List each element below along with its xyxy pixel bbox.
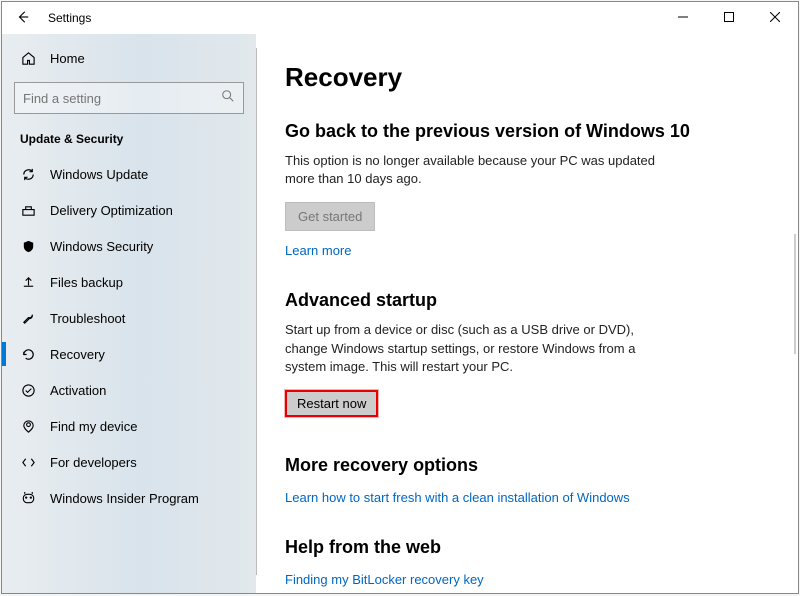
goback-body: This option is no longer available becau… [285,152,665,188]
advanced-heading: Advanced startup [285,290,766,311]
sidebar-item-recovery[interactable]: Recovery [14,336,244,372]
backup-icon [20,275,36,290]
sidebar-item-troubleshoot[interactable]: Troubleshoot [14,300,244,336]
sidebar-item-windows-update[interactable]: Windows Update [14,156,244,192]
more-heading: More recovery options [285,455,766,476]
check-circle-icon [20,383,36,398]
insider-icon [20,491,36,506]
search-field[interactable] [23,91,221,106]
learn-more-link[interactable]: Learn more [285,243,351,258]
recovery-icon [20,347,36,362]
sidebar-item-activation[interactable]: Activation [14,372,244,408]
back-button[interactable] [16,10,30,27]
section-advanced-startup: Advanced startup Start up from a device … [285,290,766,425]
get-started-button: Get started [285,202,375,231]
sidebar-category: Update & Security [14,128,244,156]
scrollbar[interactable] [794,234,796,354]
sidebar-item-for-developers[interactable]: For developers [14,444,244,480]
settings-window: Settings Home U [1,1,799,594]
advanced-body: Start up from a device or disc (such as … [285,321,665,376]
minimize-button[interactable] [660,2,706,32]
maximize-button[interactable] [706,2,752,32]
sidebar-item-windows-insider[interactable]: Windows Insider Program [14,480,244,516]
restart-now-button[interactable]: Restart now [285,390,378,417]
shield-icon [20,239,36,254]
sidebar-item-label: Find my device [50,419,137,434]
search-input[interactable] [14,82,244,114]
sync-icon [20,167,36,182]
code-icon [20,455,36,470]
bitlocker-link[interactable]: Finding my BitLocker recovery key [285,572,484,587]
sidebar-item-label: Recovery [50,347,105,362]
sidebar-item-label: Windows Insider Program [50,491,199,506]
sidebar-home[interactable]: Home [14,40,244,76]
sidebar-item-label: Windows Update [50,167,148,182]
app-title: Settings [48,11,91,25]
section-go-back: Go back to the previous version of Windo… [285,121,766,260]
sidebar: Home Update & Security Windows Update De… [2,34,256,593]
sidebar-home-label: Home [50,51,85,66]
sidebar-item-label: For developers [50,455,137,470]
content-pane: Recovery Go back to the previous version… [257,34,798,593]
sidebar-item-delivery-optimization[interactable]: Delivery Optimization [14,192,244,228]
start-fresh-link[interactable]: Learn how to start fresh with a clean in… [285,490,630,505]
sidebar-item-windows-security[interactable]: Windows Security [14,228,244,264]
section-more-recovery: More recovery options Learn how to start… [285,455,766,507]
window-controls [660,2,798,32]
sidebar-item-find-my-device[interactable]: Find my device [14,408,244,444]
sidebar-item-label: Windows Security [50,239,153,254]
goback-heading: Go back to the previous version of Windo… [285,121,766,142]
help-heading: Help from the web [285,537,766,558]
sidebar-item-files-backup[interactable]: Files backup [14,264,244,300]
wrench-icon [20,311,36,326]
close-button[interactable] [752,2,798,32]
section-help-web: Help from the web Finding my BitLocker r… [285,537,766,593]
titlebar: Settings [2,2,798,34]
location-icon [20,419,36,434]
sidebar-item-label: Delivery Optimization [50,203,173,218]
sidebar-item-label: Activation [50,383,106,398]
sidebar-item-label: Files backup [50,275,123,290]
search-icon [221,89,235,108]
delivery-icon [20,203,36,218]
page-title: Recovery [285,62,766,93]
home-icon [20,51,36,66]
sidebar-item-label: Troubleshoot [50,311,125,326]
